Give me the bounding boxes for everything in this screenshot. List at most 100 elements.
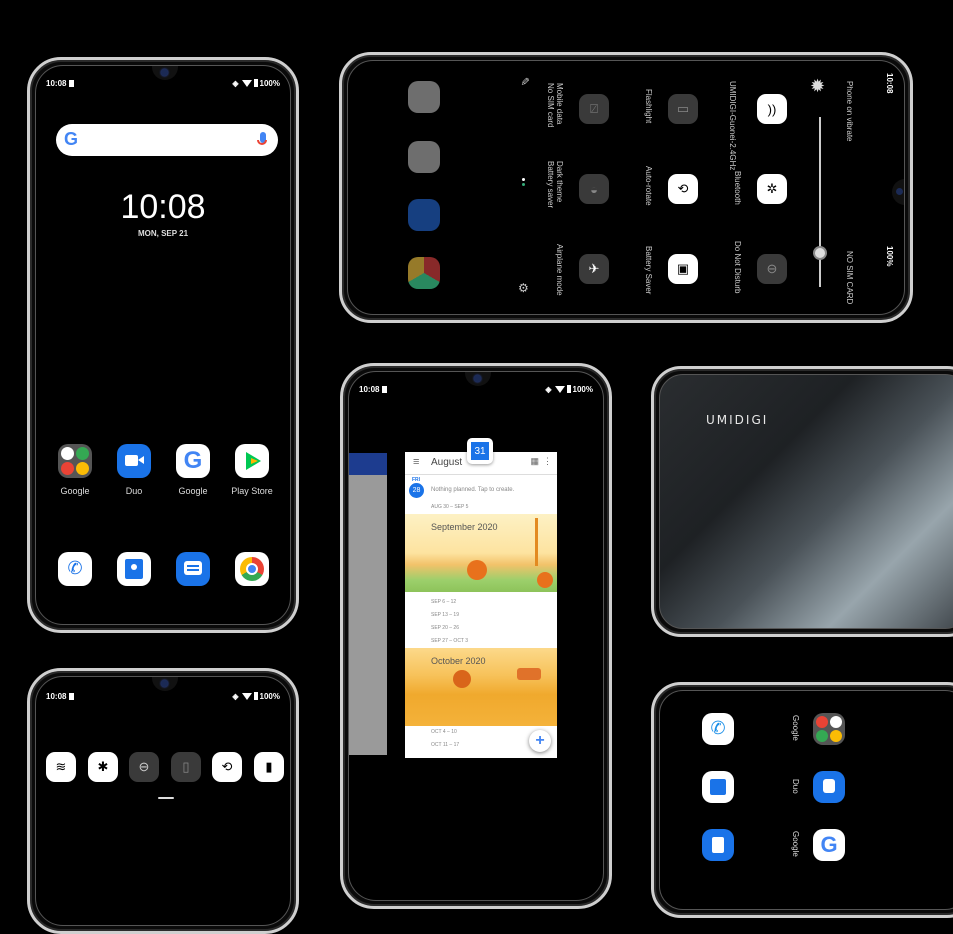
- battery-icon: [253, 79, 258, 87]
- dock-phone-icon[interactable]: [408, 81, 440, 113]
- tile-dark-theme[interactable]: ◒: [579, 174, 609, 204]
- chrome-icon: [235, 552, 269, 586]
- recent-app-card-left[interactable]: [349, 453, 387, 755]
- vibrate-icon: ◈: [232, 79, 239, 88]
- google-icon[interactable]: G: [813, 829, 845, 861]
- tile-airplane[interactable]: ✈: [579, 254, 609, 284]
- battery-percent: 100%: [885, 246, 894, 267]
- tile-flashlight[interactable]: ▭: [668, 94, 698, 124]
- wifi-icon: [554, 386, 565, 393]
- bluetooth-icon: ✱: [97, 759, 109, 774]
- dark-theme-icon: ◒: [590, 181, 598, 197]
- clock-widget[interactable]: 10:08: [36, 188, 290, 227]
- tile-mobile-data[interactable]: ⍁: [579, 94, 609, 124]
- duo-icon: [117, 444, 151, 478]
- day-row[interactable]: FRI 28 Nothing planned. Tap to create.: [405, 475, 557, 501]
- camera-notch: [892, 179, 904, 205]
- sim-icon: [382, 386, 388, 393]
- status-time: 10:08: [359, 385, 380, 394]
- calendar-app-icon[interactable]: 31: [467, 438, 493, 464]
- google-search-bar[interactable]: G: [56, 124, 278, 156]
- battery-percent: 100%: [259, 692, 280, 701]
- dock-messages-icon[interactable]: [408, 199, 440, 231]
- today-icon[interactable]: ▦: [530, 456, 539, 467]
- more-icon[interactable]: ⋮: [543, 456, 552, 467]
- google-folder-icon: [58, 444, 92, 478]
- app-duo[interactable]: Duo: [109, 444, 159, 496]
- week-row[interactable]: SEP 13 – 19: [405, 609, 557, 622]
- app-label: Duo: [791, 779, 800, 794]
- tile-wifi[interactable]: )): [757, 94, 787, 124]
- brightness-slider-thumb[interactable]: [813, 246, 827, 260]
- settings-gear-icon[interactable]: ⚙: [518, 281, 529, 295]
- week-row[interactable]: SEP 20 – 26: [405, 622, 557, 635]
- status-bar: 10:08 ◈ 100%: [36, 689, 290, 703]
- week-row[interactable]: SEP 6 – 12: [405, 596, 557, 609]
- flashlight-icon: ▯: [182, 759, 190, 774]
- quick-tile-wifi[interactable]: ≋: [46, 752, 76, 782]
- battery-icon: [566, 385, 571, 393]
- tile-label-auto-rotate: Auto-rotate: [644, 166, 653, 206]
- app-google-folder[interactable]: Google: [50, 444, 100, 496]
- dock-messages-icon[interactable]: [702, 829, 734, 861]
- brightness-slider[interactable]: [819, 117, 821, 287]
- dock-phone[interactable]: ✆: [50, 552, 100, 586]
- tile-label-wifi: UMIDIGI-Guonei-2.4GHz: [728, 81, 737, 171]
- day-badge: 28: [409, 483, 424, 498]
- battery-percent: 100%: [259, 79, 280, 88]
- mic-icon[interactable]: [257, 132, 267, 145]
- tile-label-mobile-data: Mobile data No SIM card: [546, 83, 564, 128]
- dock-messages[interactable]: [168, 552, 218, 586]
- google-icon: G: [176, 444, 210, 478]
- rotate-icon: ⟲: [677, 181, 689, 196]
- vibrate-icon: ◈: [232, 692, 239, 701]
- dock-chrome-icon[interactable]: [408, 257, 440, 289]
- date-widget[interactable]: MON, SEP 21: [36, 229, 290, 238]
- tile-label-dnd: Do Not Disturb: [733, 241, 742, 294]
- create-event-button[interactable]: +: [529, 730, 551, 752]
- tile-battery-saver[interactable]: ▣: [668, 254, 698, 284]
- quick-tile-flashlight[interactable]: ▯: [171, 752, 201, 782]
- month-selector[interactable]: August: [431, 457, 462, 468]
- page-indicator: [522, 178, 525, 181]
- quick-tile-bluetooth[interactable]: ✱: [88, 752, 118, 782]
- dock-contacts-icon[interactable]: [408, 141, 440, 173]
- sim-icon: [69, 80, 75, 87]
- phone-home-landscape: ✆ Google Duo Google G: [651, 682, 953, 918]
- wifi-icon: )): [767, 101, 777, 117]
- wifi-icon: ≋: [55, 759, 67, 774]
- status-time: 10:08: [885, 73, 894, 94]
- drag-handle[interactable]: [158, 797, 174, 799]
- status-time: 10:08: [46, 79, 67, 88]
- tile-label-flashlight: Flashlight: [644, 89, 653, 124]
- mobile-data-icon: ⍁: [590, 101, 598, 116]
- status-bar: 10:08 ◈ 100%: [349, 382, 603, 396]
- quick-tile-battery-saver[interactable]: ▮: [254, 752, 284, 782]
- tile-dnd[interactable]: ⊖: [757, 254, 787, 284]
- dock-contacts-icon[interactable]: [702, 771, 734, 803]
- google-folder-icon[interactable]: [813, 713, 845, 745]
- tile-bluetooth[interactable]: ✲: [757, 174, 787, 204]
- edit-icon[interactable]: ✎: [518, 77, 531, 86]
- week-row[interactable]: AUG 30 – SEP 5: [405, 501, 557, 514]
- tile-auto-rotate[interactable]: ⟲: [668, 174, 698, 204]
- phone-quick-tiles: 10:08 ◈ 100% ≋ ✱ ⊖ ▯ ⟲ ▮: [27, 668, 299, 934]
- tile-label-bluetooth: Bluetooth: [733, 171, 742, 205]
- sim-status: NO SIM CARD: [845, 251, 854, 305]
- duo-icon[interactable]: [813, 771, 845, 803]
- app-google[interactable]: G Google: [168, 444, 218, 496]
- menu-icon[interactable]: ≡: [413, 456, 419, 468]
- battery-saver-icon: ▣: [676, 261, 690, 276]
- quick-tile-rotate[interactable]: ⟲: [212, 752, 242, 782]
- recent-app-card-calendar[interactable]: ≡ August ▦ ⋮ FRI 28 Nothing planned. Tap…: [405, 452, 557, 758]
- dock-chrome[interactable]: [227, 552, 277, 586]
- tile-label-battery-saver: Battery Saver: [644, 246, 653, 295]
- contacts-icon: [117, 552, 151, 586]
- quick-tile-dnd[interactable]: ⊖: [129, 752, 159, 782]
- week-row[interactable]: SEP 27 – OCT 3: [405, 635, 557, 648]
- dock-contacts[interactable]: [109, 552, 159, 586]
- flashlight-icon: ▭: [676, 101, 690, 116]
- dock-phone-icon[interactable]: ✆: [702, 713, 734, 745]
- empty-day-text: Nothing planned. Tap to create.: [431, 487, 515, 493]
- app-play-store[interactable]: Play Store: [227, 444, 277, 496]
